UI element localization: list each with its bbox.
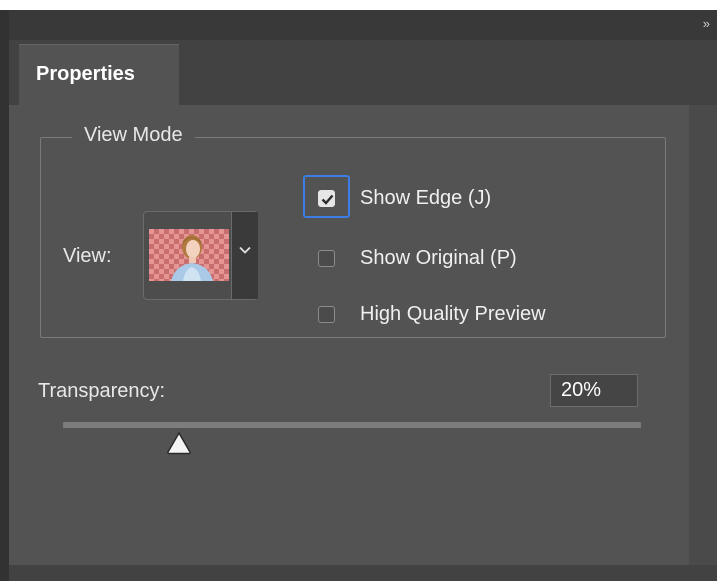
high-quality-preview-label: High Quality Preview bbox=[360, 303, 546, 325]
checkmark-icon bbox=[321, 194, 334, 205]
high-quality-preview-checkbox[interactable] bbox=[318, 306, 335, 323]
dropdown-arrow-area[interactable] bbox=[231, 212, 258, 299]
tab-properties[interactable]: Properties bbox=[19, 44, 179, 106]
show-edge-label: Show Edge (J) bbox=[360, 187, 492, 209]
show-original-label: Show Original (P) bbox=[360, 247, 517, 269]
view-mode-dropdown[interactable] bbox=[143, 211, 258, 300]
transparency-slider-thumb[interactable] bbox=[166, 431, 192, 455]
panel-footer bbox=[9, 565, 717, 581]
chevron-down-icon bbox=[239, 246, 251, 254]
view-mode-legend: View Mode bbox=[72, 124, 195, 147]
collapse-panels-icon[interactable]: » bbox=[703, 16, 710, 31]
panel-left-edge bbox=[0, 10, 9, 581]
panel-header-bar: » bbox=[9, 10, 717, 40]
image-thumbnail-icon bbox=[149, 229, 229, 281]
high-quality-preview-option[interactable]: High Quality Preview bbox=[318, 303, 546, 326]
scrollbar[interactable] bbox=[689, 105, 717, 565]
tab-strip: Properties bbox=[9, 40, 717, 106]
show-original-option[interactable]: Show Original (P) bbox=[318, 247, 517, 270]
view-label: View: bbox=[63, 245, 112, 267]
show-edge-option[interactable]: Show Edge (J) bbox=[318, 187, 491, 210]
show-edge-checkbox[interactable] bbox=[318, 190, 335, 207]
transparency-label: Transparency: bbox=[38, 380, 166, 402]
transparency-slider-track[interactable] bbox=[63, 422, 641, 428]
transparency-input[interactable]: 20% bbox=[550, 374, 638, 407]
show-original-checkbox[interactable] bbox=[318, 250, 335, 267]
